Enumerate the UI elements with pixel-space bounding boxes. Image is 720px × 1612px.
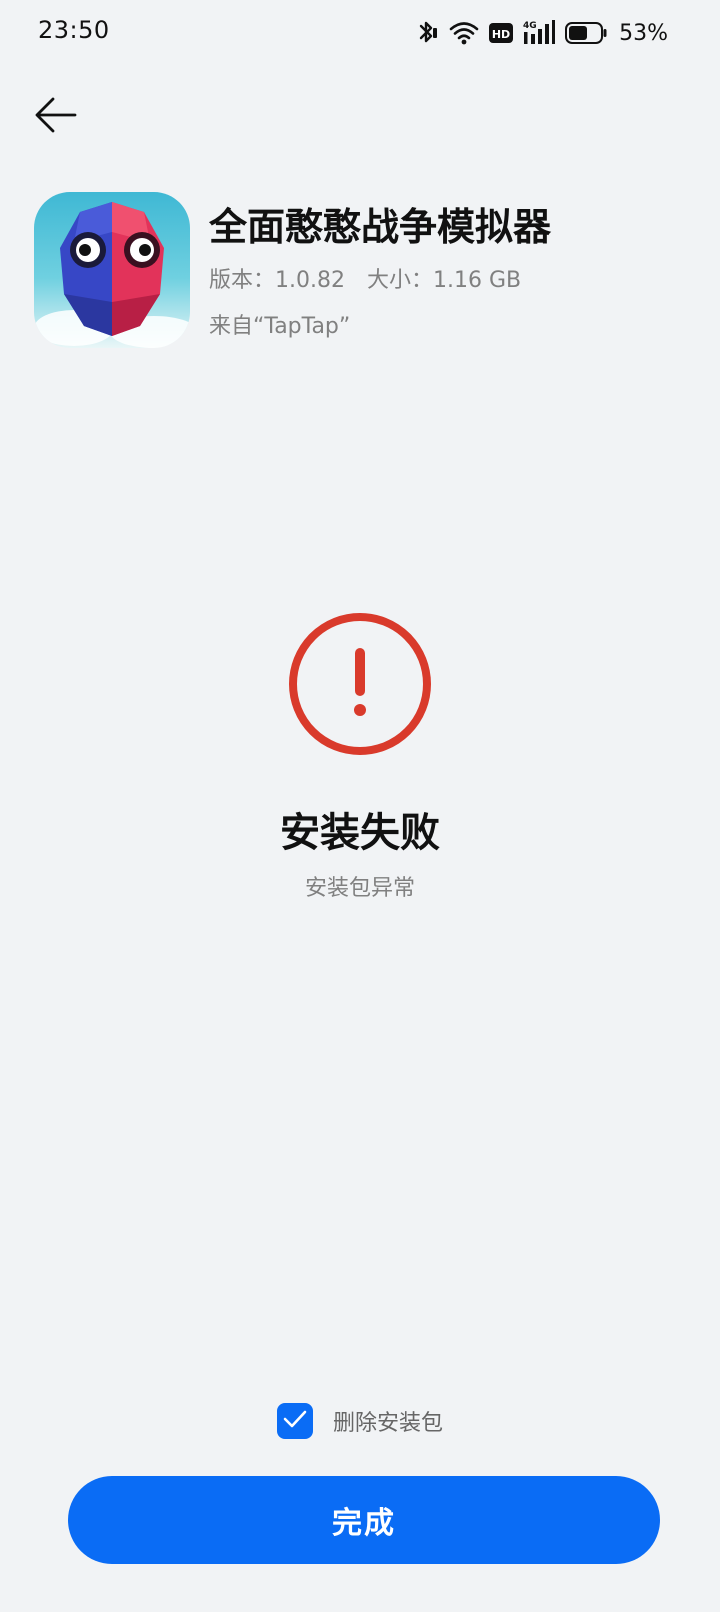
delete-package-checkbox[interactable] (276, 1403, 313, 1439)
battery-icon (565, 22, 607, 44)
app-name: 全面憨憨战争模拟器 (209, 205, 552, 249)
battery-percent: 53% (619, 20, 668, 46)
hd-badge-text: HD (492, 28, 510, 41)
error-exclamation-icon (288, 612, 432, 756)
app-header: 全面憨憨战争模拟器 版本：1.0.82 大小：1.16 GB 来自“TapTap” (34, 192, 696, 352)
delete-package-label: 删除安装包 (332, 1411, 443, 1436)
done-button[interactable]: 完成 (68, 1476, 660, 1564)
app-version: 版本：1.0.82 (209, 268, 345, 293)
bluetooth-icon (415, 19, 439, 47)
status-bar: 23:50 HD 4G 53% (0, 0, 720, 64)
cellular-signal-icon: 4G (523, 20, 556, 46)
app-meta: 版本：1.0.82 大小：1.16 GB (209, 262, 521, 294)
wifi-icon (449, 20, 479, 46)
arrow-left-icon (33, 97, 77, 137)
hd-icon: HD (489, 23, 514, 43)
status-time: 23:50 (38, 16, 110, 44)
app-icon (34, 192, 190, 348)
status-icons: HD 4G 53% (415, 18, 668, 48)
network-badge-text: 4G (523, 21, 537, 31)
back-button[interactable] (30, 92, 80, 142)
delete-package-option[interactable]: 删除安装包 (0, 1402, 720, 1440)
app-size: 大小：1.16 GB (366, 268, 522, 293)
error-title: 安装失败 (280, 810, 440, 856)
error-subtitle: 安装包异常 (304, 876, 415, 901)
checkmark-icon (283, 1409, 307, 1433)
app-source: 来自“TapTap” (209, 314, 351, 339)
